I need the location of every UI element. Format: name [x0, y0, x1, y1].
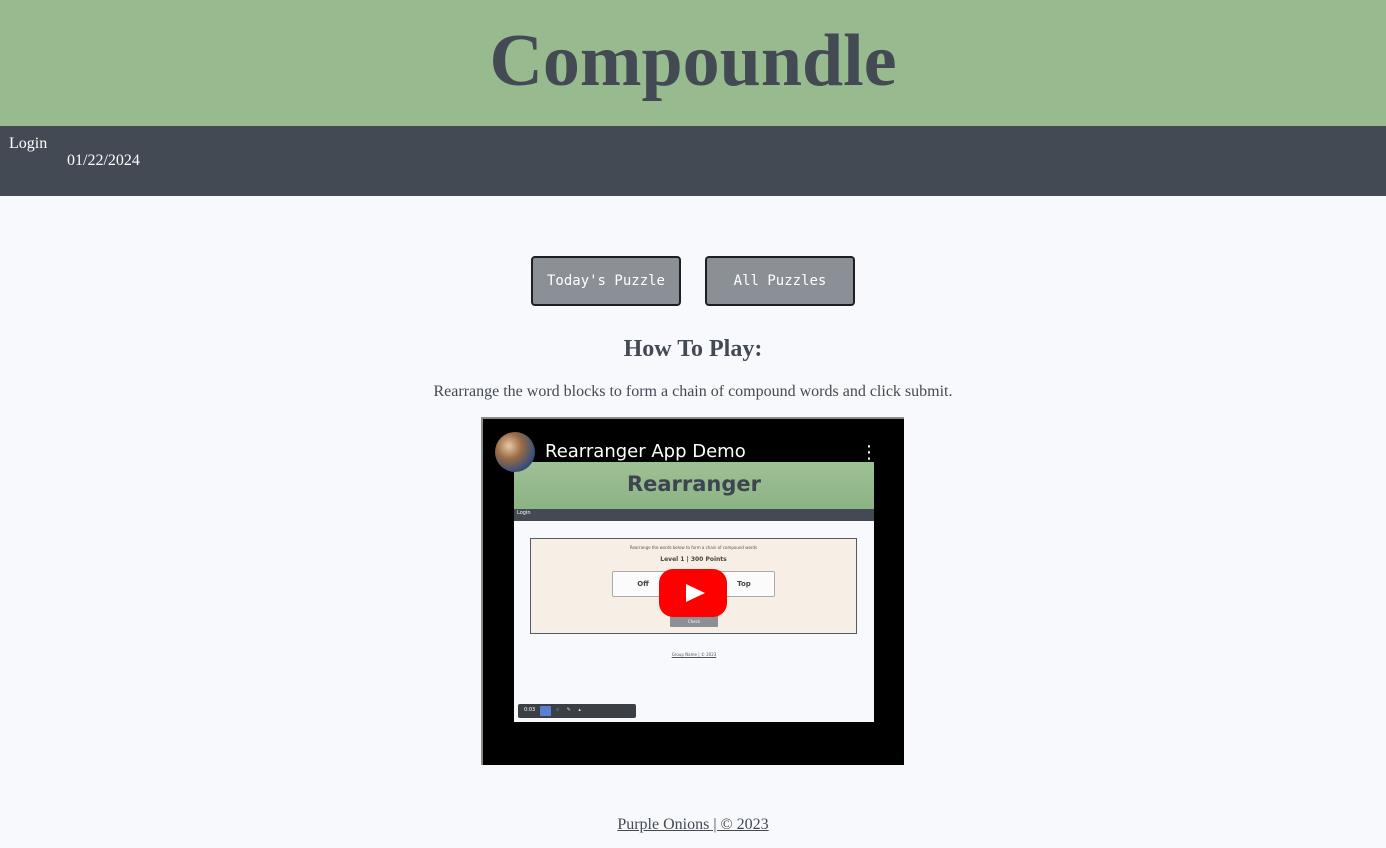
thumbnail-app-title: Rearranger [626, 472, 762, 496]
how-to-play-description: Rearrange the word blocks to form a chai… [433, 383, 953, 400]
current-date: 01/22/2024 [67, 152, 140, 169]
footer: Purple Onions | © 2023 [0, 815, 1386, 835]
footer-link[interactable]: Purple Onions | © 2023 [617, 816, 768, 833]
thumbnail-tools-icons: ☝ ✎ ▴ [556, 707, 584, 713]
todays-puzzle-button[interactable]: Today's Puzzle [531, 256, 681, 306]
thumbnail-nav: Login [514, 509, 874, 521]
play-button[interactable] [659, 569, 727, 617]
thumbnail-instructions: Rearrange the words below to form a chai… [629, 545, 758, 550]
thumbnail-header: Rearranger [514, 462, 874, 509]
video-title[interactable]: Rearranger App Demo [545, 441, 746, 462]
thumbnail-footer: Group Name | © 2023 [671, 652, 717, 657]
login-link[interactable]: Login [9, 135, 47, 153]
site-header: Compoundle [0, 0, 1386, 126]
channel-avatar[interactable] [495, 432, 535, 472]
thumbnail-level: Level 1 | 300 Points [660, 556, 727, 563]
thumbnail-toolbar: 0:03 ☝ ✎ ▴ [518, 704, 636, 718]
video-embed[interactable]: Rearranger Login Rearrange the words bel… [481, 417, 904, 765]
more-options-icon[interactable]: ⋮ [860, 443, 878, 463]
thumbnail-login: Login [517, 510, 531, 516]
thumbnail-pause-icon [540, 706, 551, 716]
nav-bar: Login 01/22/2024 [0, 126, 1386, 196]
thumbnail-time: 0:03 [524, 707, 536, 713]
all-puzzles-button[interactable]: All Puzzles [705, 256, 855, 306]
how-to-play-heading: How To Play: [623, 336, 763, 362]
play-icon [686, 584, 705, 602]
site-title: Compoundle [489, 20, 897, 102]
